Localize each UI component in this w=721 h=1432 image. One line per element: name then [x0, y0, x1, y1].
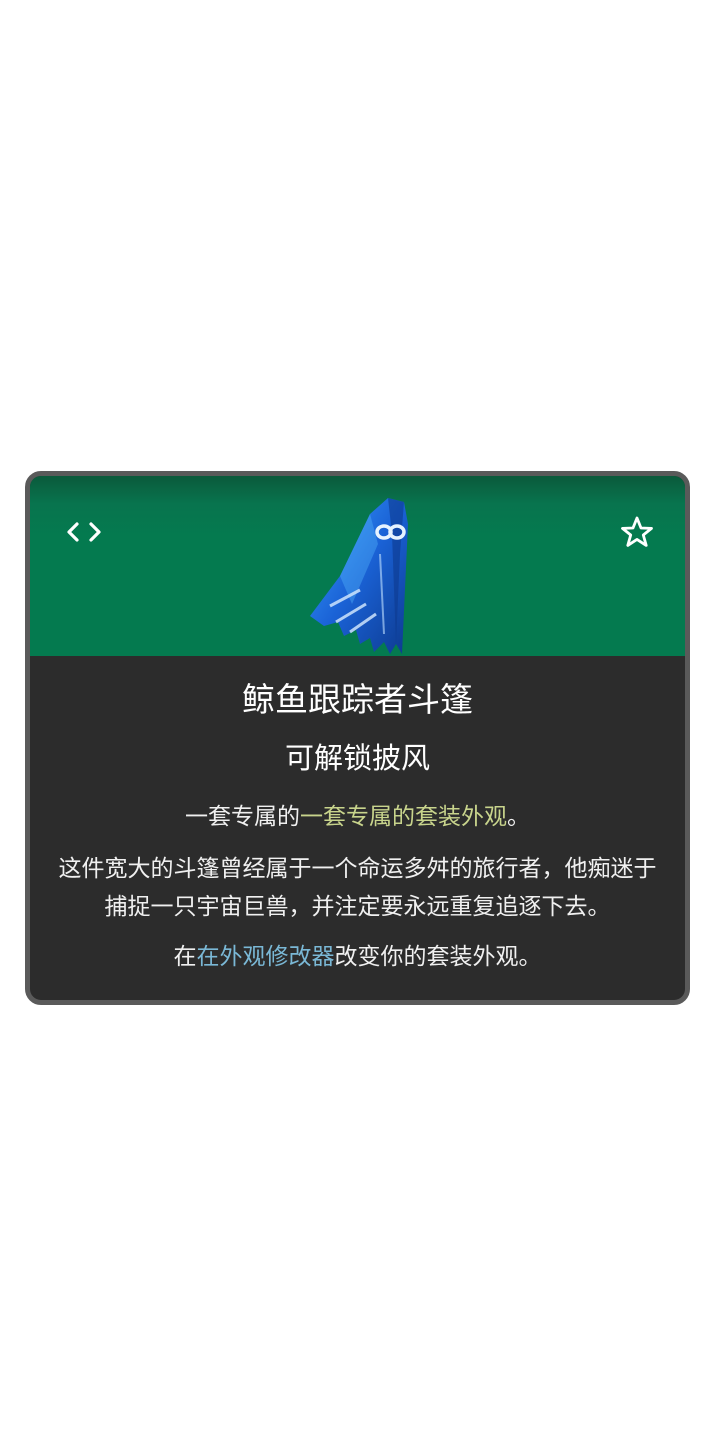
item-type: 可解锁披风: [284, 741, 430, 775]
item-description: 这件宽大的斗篷曾经属于一个命运多舛的旅行者，他痴迷于捕捉一只宇宙巨兽，并注定要永…: [58, 856, 657, 920]
set-line-prefix: 一套专属的: [185, 804, 300, 830]
appearance-modifier-link[interactable]: 在外观修改器: [197, 944, 335, 970]
code-brackets-icon: [67, 522, 101, 542]
set-line-suffix: 。: [507, 804, 530, 830]
set-highlight: 一套专属的套装外观: [300, 804, 507, 830]
card-body: 鲸鱼跟踪者斗篷 可解锁披风 一套专属的一套专属的套装外观。 这件宽大的斗篷曾经属…: [30, 656, 685, 974]
star-outline-icon: [621, 516, 653, 547]
item-card: 鲸鱼跟踪者斗篷 可解锁披风 一套专属的一套专属的套装外观。 这件宽大的斗篷曾经属…: [25, 471, 690, 1005]
set-line: 一套专属的一套专属的套装外观。: [30, 800, 685, 834]
modifier-line-suffix: 改变你的套装外观。: [334, 944, 542, 970]
favorite-button[interactable]: [619, 514, 655, 550]
cloak-image: [310, 498, 408, 654]
modifier-line-prefix: 在: [173, 944, 197, 970]
item-title: 鲸鱼跟踪者斗篷: [242, 680, 473, 719]
code-brackets-button[interactable]: [64, 516, 104, 548]
card-header: [30, 476, 685, 656]
modifier-line: 在在外观修改器改变你的套装外观。: [30, 940, 685, 974]
